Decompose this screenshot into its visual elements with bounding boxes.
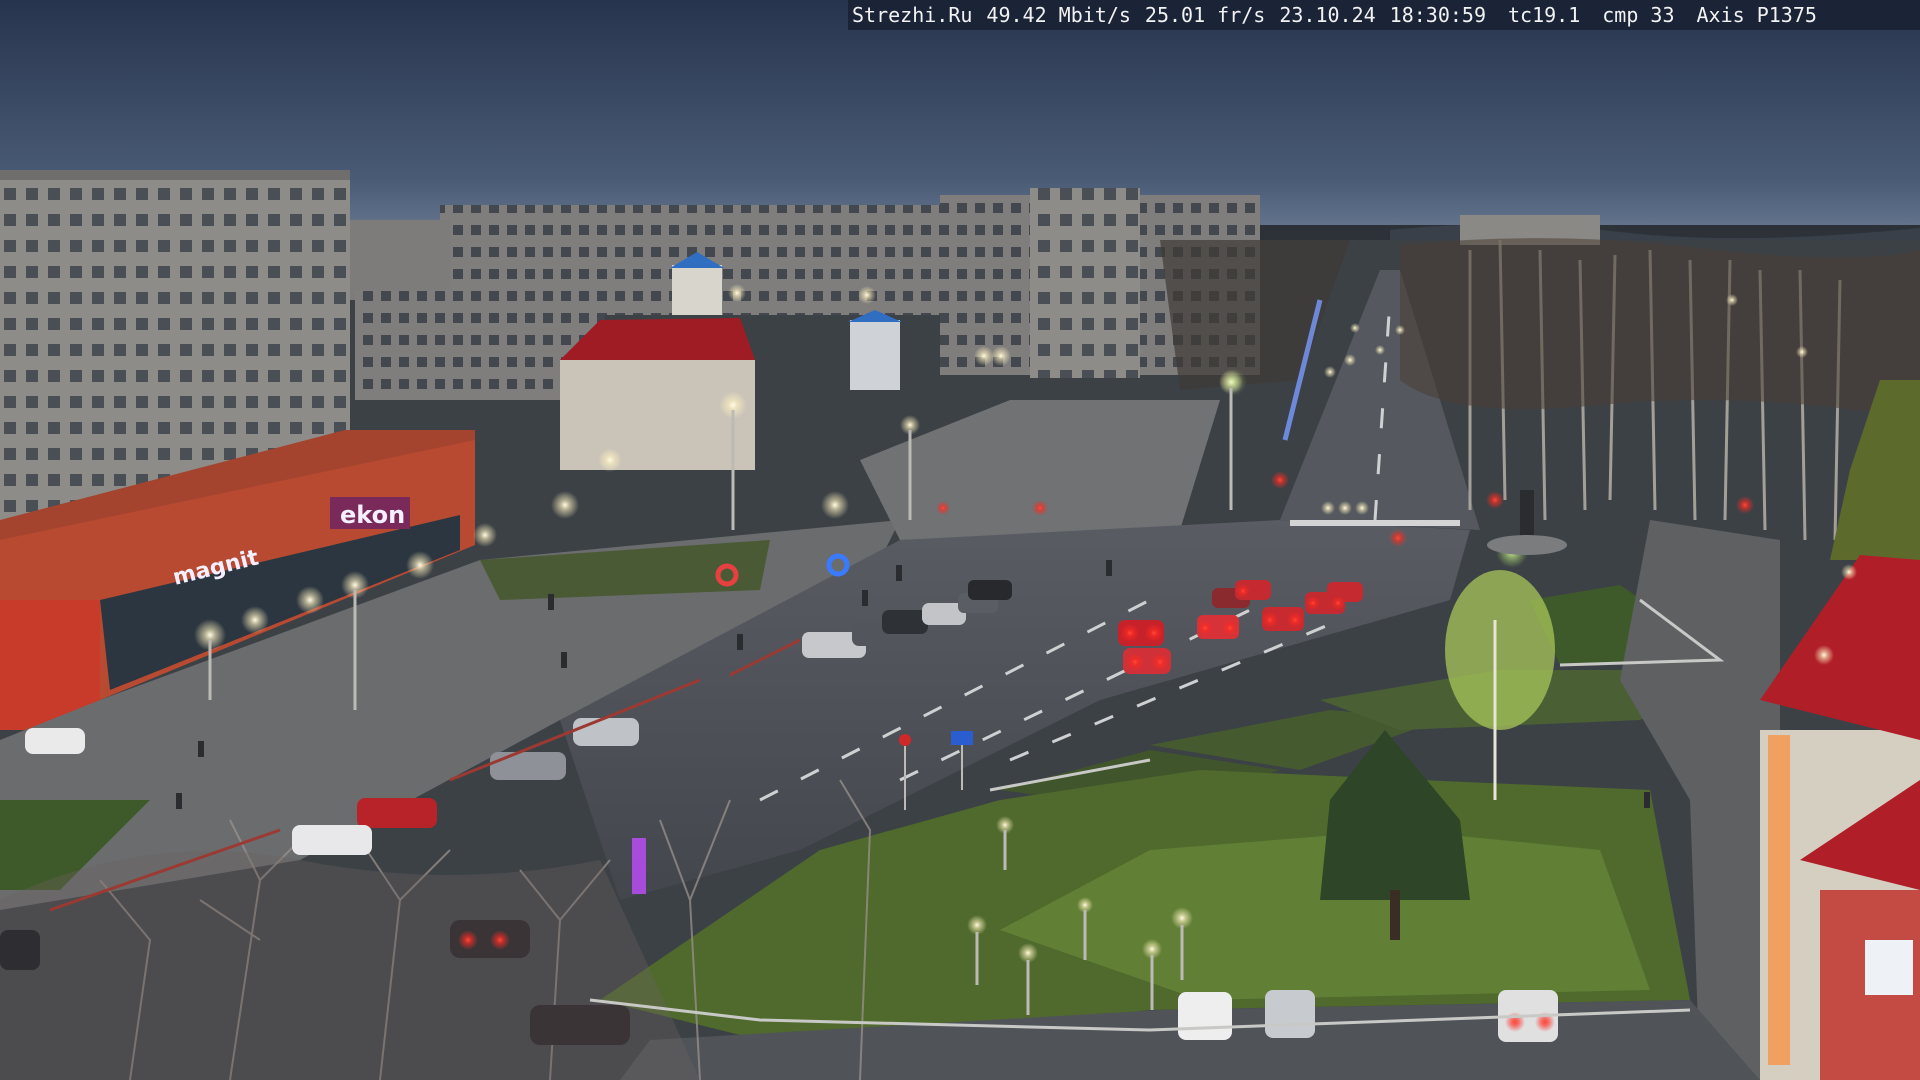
apartment-roof-left [0,170,350,180]
osd-framerate: 25.01 fr/s [1144,3,1266,27]
osd-time: 18:30:59 [1389,3,1486,27]
osd-bitrate: 49.42 Mbit/s [986,3,1131,27]
osd-cmp: cmp 33 [1602,3,1675,27]
tower-block [1030,188,1140,378]
traffic-sign [951,731,973,745]
right-building-sign [1768,735,1790,1065]
osd-camera-model: Axis P1375 [1696,3,1817,27]
webcam-scene: ekon magnit [0,0,1920,1080]
bare-tree-mass [0,851,700,1080]
pine-trunk [1390,890,1400,940]
crosswalk [1290,520,1460,526]
osd-tc: tc19.1 [1508,3,1581,27]
camera-frame: ekon magnit [0,0,1920,1080]
birch-canopy [1400,238,1920,420]
no-entry-sign [899,734,911,746]
apartment-block-far-4 [350,220,450,300]
blue-roof-kiosk [850,320,900,390]
osd-site: Strezhi.Ru [852,3,973,27]
lit-birch-tree [1445,570,1555,730]
monument [1520,490,1534,540]
store-sign-ekon: ekon [340,501,405,529]
right-building-window [1865,940,1913,995]
blue-roof-tower [672,265,722,315]
monument-base [1487,535,1567,555]
holiday-decoration [632,838,646,894]
osd-date: 23.10.24 [1279,3,1376,27]
camera-osd-overlay: Strezhi.Ru 49.42 Mbit/s 25.01 fr/s 23.10.24… [848,0,1920,30]
